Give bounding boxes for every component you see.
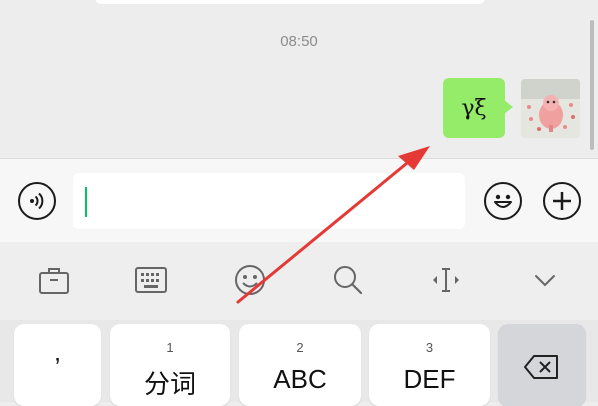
message-input[interactable] [73, 173, 465, 229]
avatar[interactable] [521, 79, 580, 138]
chat-area[interactable]: 08:50 γξ [0, 0, 598, 158]
emoji-button[interactable] [484, 182, 522, 220]
search-button[interactable] [330, 262, 366, 298]
key-3[interactable]: 3 DEF [369, 324, 490, 406]
key-label: 分词 [143, 369, 196, 399]
text-caret [85, 187, 87, 217]
briefcase-icon [39, 268, 69, 294]
input-bar [0, 158, 598, 243]
voice-input-icon [30, 192, 44, 210]
keyboard-switch-button[interactable] [133, 262, 169, 298]
keyboard-toolbar [0, 242, 598, 320]
collapse-keyboard-button[interactable] [527, 262, 563, 298]
message-text: γξ [461, 95, 487, 121]
key-number: 2 [296, 340, 304, 355]
more-button[interactable] [543, 182, 581, 220]
smiley-icon [235, 265, 265, 295]
message-timestamp: 08:50 [280, 33, 318, 50]
sent-message-bubble[interactable]: γξ [443, 78, 513, 138]
key-number: 1 [166, 340, 174, 355]
key-number: 3 [425, 340, 434, 355]
key-1[interactable]: 1 分词 [110, 324, 230, 406]
cursor-move-button[interactable] [428, 262, 464, 298]
text-cursor-icon [433, 268, 459, 292]
previous-message-bubble[interactable] [95, 0, 485, 4]
key-2[interactable]: 2 ABC [239, 324, 361, 406]
toolbox-button[interactable] [36, 262, 72, 298]
keyboard-icon [135, 267, 167, 293]
voice-button[interactable] [18, 182, 56, 220]
chevron-down-icon [535, 275, 555, 287]
key-label: ’ [54, 352, 61, 382]
avatar-photo [521, 79, 580, 138]
key-label: ABC [273, 364, 327, 394]
backspace-icon [524, 355, 558, 379]
chat-scrollbar[interactable] [590, 20, 594, 150]
key-apostrophe[interactable]: ’ [14, 324, 101, 406]
backspace-key[interactable] [498, 324, 586, 406]
search-icon [334, 266, 363, 295]
key-label: DEF [403, 364, 456, 394]
plus-icon [553, 192, 571, 210]
emoji-panel-button[interactable] [232, 262, 268, 298]
emoji-icon [494, 194, 512, 208]
keyboard-keys: ’ 1 分词 2 ABC 3 DEF [0, 320, 598, 406]
